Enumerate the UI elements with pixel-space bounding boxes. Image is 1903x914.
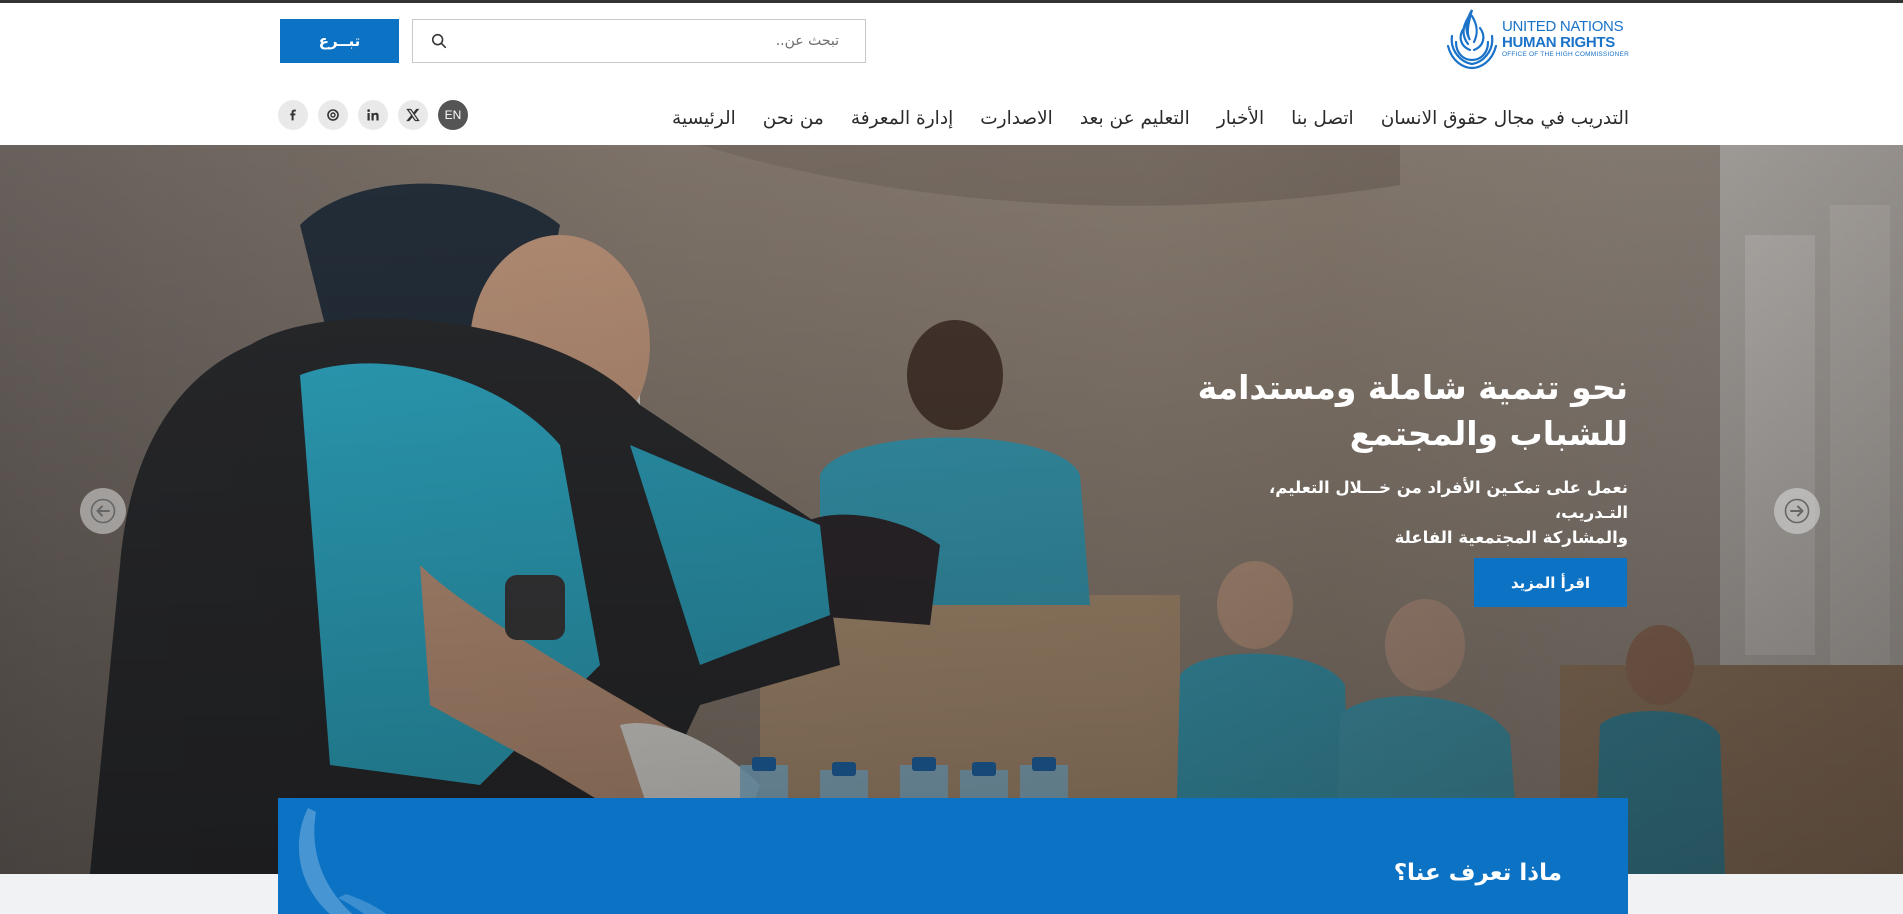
x-icon[interactable] xyxy=(398,100,428,130)
hero-title-line-1: نحو تنمية شاملة ومستدامة xyxy=(1197,368,1628,407)
nav-item-publications[interactable]: الاصدارت xyxy=(980,108,1053,129)
search-icon[interactable] xyxy=(430,32,448,50)
logo-line-3: OFFICE OF THE HIGH COMMISSIONER xyxy=(1501,51,1629,59)
read-more-button[interactable]: اقرأ المزيد xyxy=(1474,558,1627,607)
page: UNITED NATIONS HUMAN RIGHTS OFFICE OF TH… xyxy=(0,0,1903,914)
nav-item-training[interactable]: التدريب في مجال حقوق الانسان xyxy=(1381,108,1629,129)
slider-next-button[interactable] xyxy=(1774,488,1820,534)
nav-item-home[interactable]: الرئيسية xyxy=(672,108,736,129)
instagram-icon[interactable] xyxy=(318,100,348,130)
hero-subtitle: نعمل على تمكـين الأفراد من خـــلال التعل… xyxy=(1208,475,1628,550)
un-human-rights-logo[interactable]: UNITED NATIONS HUMAN RIGHTS OFFICE OF TH… xyxy=(1444,6,1629,72)
slider-prev-button[interactable] xyxy=(80,488,126,534)
arrow-left-icon xyxy=(90,498,116,524)
arrow-right-icon xyxy=(1784,498,1810,524)
nav-item-news[interactable]: الأخبار xyxy=(1217,108,1264,129)
nav-item-e-learning[interactable]: التعليم عن بعد xyxy=(1080,108,1190,129)
main-nav: الرئيسية من نحن إدارة المعرفة الاصدارت ا… xyxy=(672,96,1629,140)
donate-button[interactable]: تبــرع xyxy=(280,19,399,63)
social-links: EN xyxy=(278,100,468,130)
hero-subtitle-line-1: نعمل على تمكـين الأفراد من خـــلال التعل… xyxy=(1269,478,1628,522)
logo-line-1: UNITED NATIONS xyxy=(1501,17,1624,35)
search-box xyxy=(412,19,866,63)
hero-slider: نحو تنمية شاملة ومستدامة للشباب والمجتمع… xyxy=(0,145,1903,874)
about-section: ماذا تعرف عنا؟ xyxy=(278,798,1628,914)
language-switch-button[interactable]: EN xyxy=(438,100,468,130)
hero-title-line-2: للشباب والمجتمع xyxy=(1349,414,1628,453)
hero-title: نحو تنمية شاملة ومستدامة للشباب والمجتمع xyxy=(1188,365,1628,457)
nav-item-knowledge-management[interactable]: إدارة المعرفة xyxy=(851,108,953,129)
about-title: ماذا تعرف عنا؟ xyxy=(1393,860,1562,886)
top-border xyxy=(0,0,1903,3)
search-input[interactable] xyxy=(453,20,853,62)
decorative-swoosh xyxy=(298,808,387,914)
nav-item-about[interactable]: من نحن xyxy=(763,108,824,129)
linkedin-icon[interactable] xyxy=(358,100,388,130)
nav-item-contact[interactable]: اتصل بنا xyxy=(1291,108,1354,129)
logo-wordmark: UNITED NATIONS HUMAN RIGHTS OFFICE OF TH… xyxy=(1502,19,1629,59)
un-flame-icon xyxy=(1446,9,1498,70)
hero-subtitle-line-2: والمشاركة المجتمعية الفاعلة xyxy=(1394,528,1628,547)
facebook-icon[interactable] xyxy=(278,100,308,130)
logo-line-2: HUMAN RIGHTS xyxy=(1501,33,1615,51)
